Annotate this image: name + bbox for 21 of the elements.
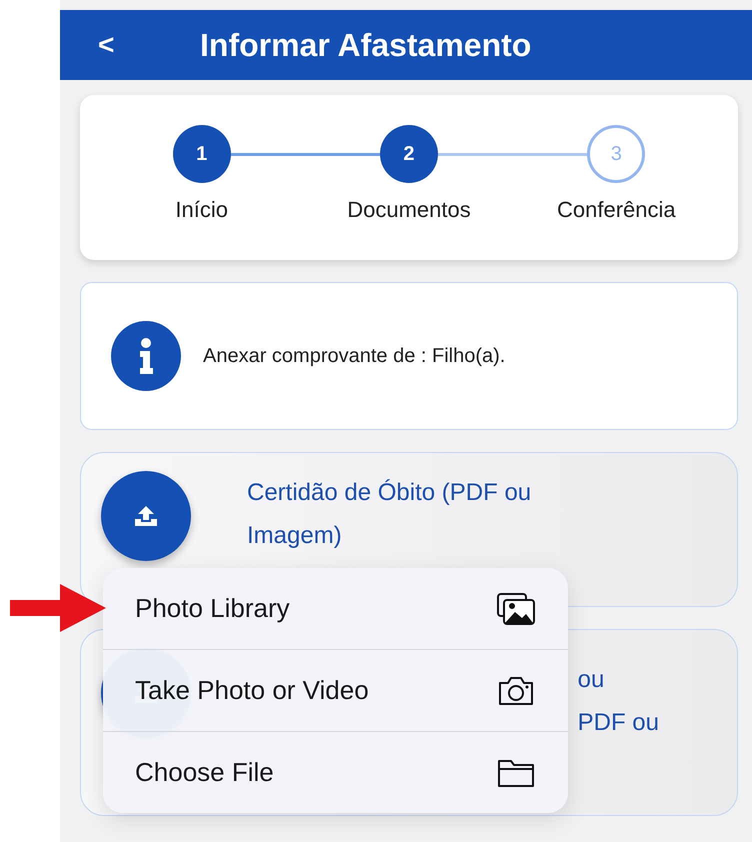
upload-label: PDF ou [578, 708, 659, 738]
step-circle: 3 [587, 125, 646, 183]
page-title: Informar Afastamento [200, 26, 532, 64]
step-label: Conferência [557, 197, 676, 223]
step-label: Documentos [347, 197, 471, 223]
menu-item[interactable]: Photo Library [103, 568, 568, 650]
step-circle: 2 [380, 125, 438, 183]
step-circle: 1 [172, 125, 231, 183]
upload-label: Imagem) [247, 521, 343, 551]
upload-icon [133, 504, 159, 528]
info-icon [111, 321, 181, 391]
photos-icon [496, 592, 536, 626]
upload-button[interactable] [101, 471, 191, 561]
step-label: Início [175, 197, 228, 223]
info-text: Anexar comprovante de : Filho(a). [203, 344, 506, 368]
camera-icon [496, 674, 536, 706]
menu-item[interactable]: Choose File [103, 732, 568, 813]
upload-label: Certidão de Óbito (PDF ou [247, 478, 532, 508]
upload-label: ou [578, 665, 604, 695]
menu-item[interactable]: Take Photo or Video [103, 650, 568, 732]
back-button[interactable]: < [98, 29, 128, 61]
